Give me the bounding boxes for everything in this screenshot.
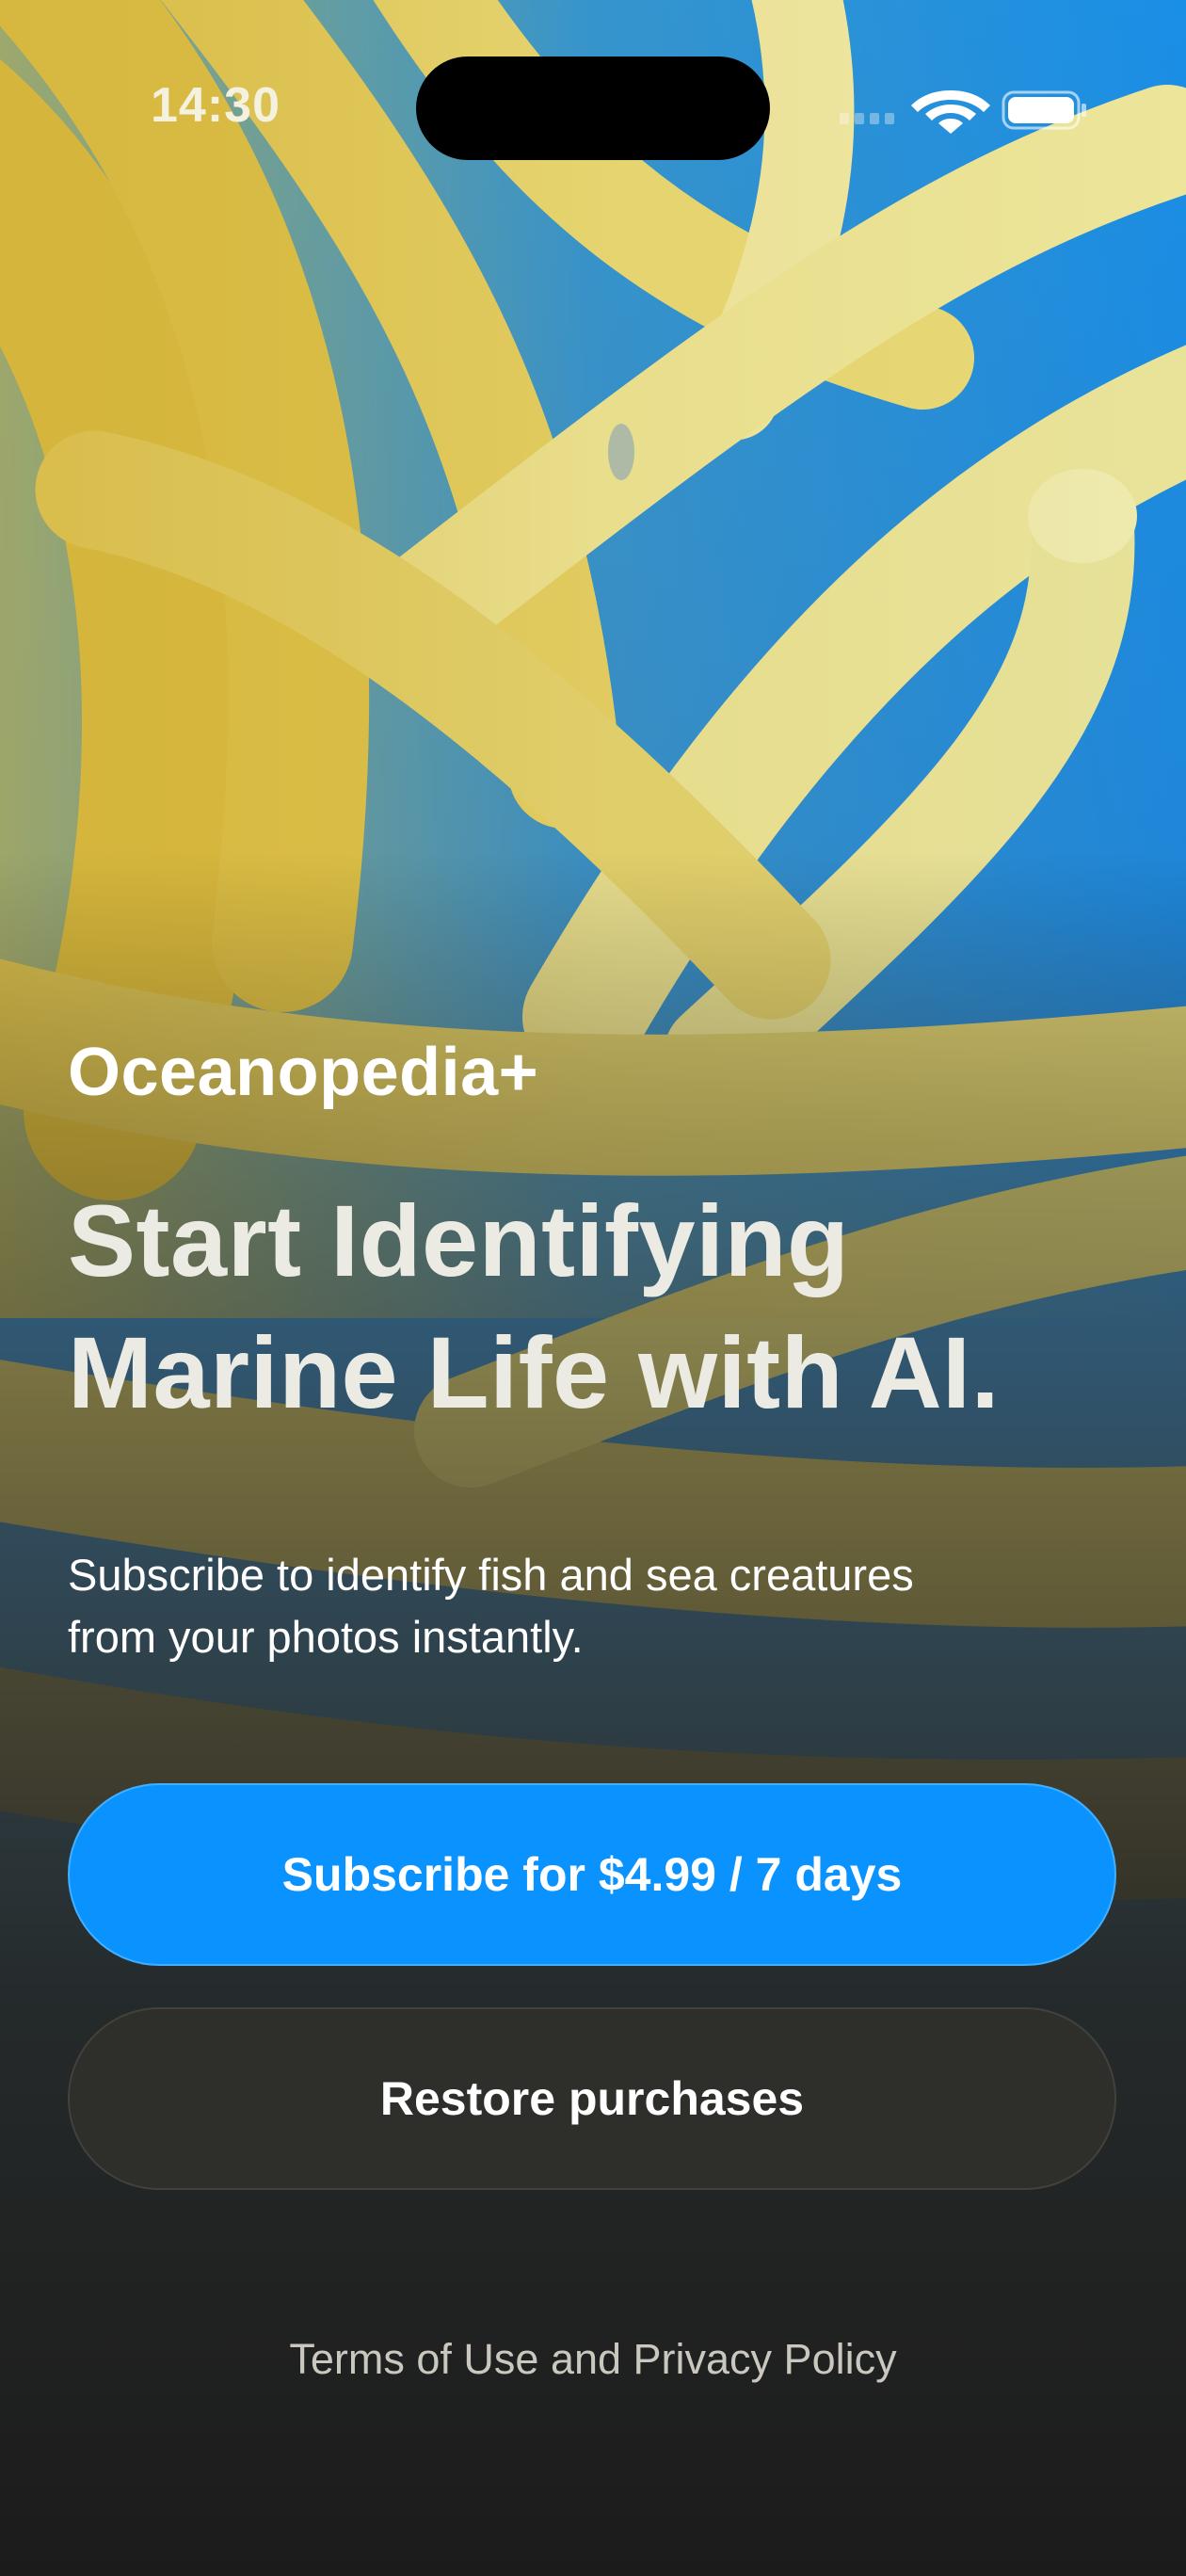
status-bar-time: 14:30: [151, 78, 280, 133]
battery-icon: [1002, 90, 1086, 130]
terms-privacy-link[interactable]: Terms of Use and Privacy Policy: [0, 2335, 1186, 2384]
wifi-icon: [911, 90, 990, 134]
restore-purchases-button[interactable]: Restore purchases: [68, 2007, 1116, 2190]
dynamic-island: [416, 56, 770, 160]
brand-title: Oceanopedia+: [68, 1035, 539, 1110]
subscribe-button-label: Subscribe for $4.99 / 7 days: [281, 1848, 903, 1901]
headline: Start Identifying Marine Life with AI.: [68, 1175, 1141, 1439]
paywall-screen: 14:30 Oceanopedia+ Start Identifying Mar…: [0, 0, 1186, 2576]
cellular-signal-icon: [840, 113, 894, 124]
headline-line: Start Identifying: [68, 1183, 850, 1297]
subscribe-button[interactable]: Subscribe for $4.99 / 7 days: [68, 1783, 1116, 1966]
restore-purchases-label: Restore purchases: [379, 2072, 805, 2125]
headline-line: Marine Life with AI.: [68, 1315, 1001, 1429]
status-bar-icons: [840, 90, 1086, 134]
subtitle-line: from your photos instantly.: [68, 1612, 584, 1662]
subtitle-line: Subscribe to identify fish and sea creat…: [68, 1550, 914, 1600]
subtitle: Subscribe to identify fish and sea creat…: [68, 1544, 1122, 1668]
